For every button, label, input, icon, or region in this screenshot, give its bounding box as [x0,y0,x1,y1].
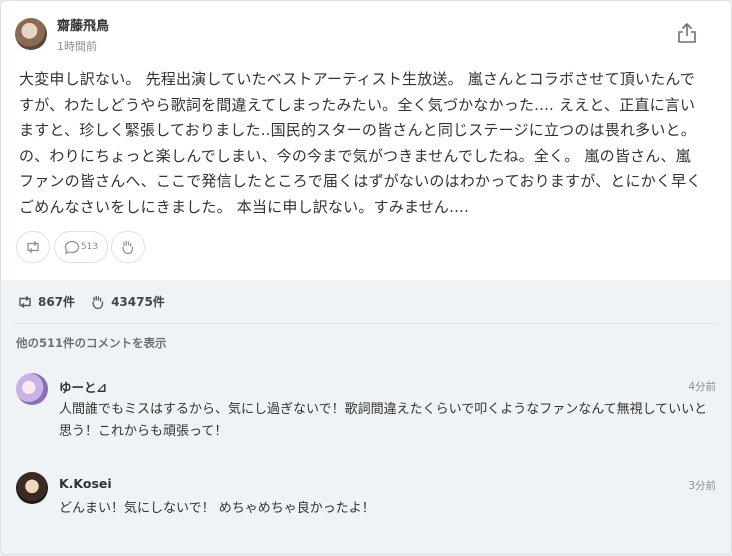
retweet-count[interactable]: 867件 [38,293,75,310]
reply-button[interactable]: 513 [54,231,108,263]
retweet-icon [27,240,39,254]
clap-icon [92,295,104,309]
author-avatar[interactable] [15,18,47,50]
commenter-name[interactable]: ゆーと⊿ [59,377,107,396]
comment-icon [64,240,80,255]
commenter-name[interactable]: K.Kosei [59,476,112,491]
comment-time: 3分前 [688,480,716,492]
comment-text: どんまい！気にしないで！ めちゃめちゃ良かったよ！ [59,501,375,516]
retweet-icon [19,295,31,308]
post-stats: 867件 43475件 [17,293,165,310]
post-time: 1時間前 [57,40,97,53]
author-name[interactable]: 齋藤飛鳥 [57,15,109,34]
post-body: 大変申し訳ない。 先程出演していたベストアーティスト生放送。 嵐さんとコラボさせ… [19,70,702,216]
share-icon[interactable] [676,21,698,45]
comments-section: 867件 43475件 他の511件のコメントを表示 ゆーと⊿ 4分前 人間誰で… [1,280,731,554]
comment-time: 4分前 [688,381,716,393]
reply-count: 513 [80,242,99,252]
commenter-avatar[interactable] [16,373,48,405]
comment-text: 人間誰でもミスはするから、気にし過ぎないで！歌詞間違えたくらいで叩くようなファン… [59,402,708,439]
clap-icon [122,240,134,255]
post-section: 齋藤飛鳥 1時間前 大変申し訳ない。 先程出演していたベストアーティスト生放送。… [1,1,731,280]
like-count[interactable]: 43475件 [111,293,165,310]
post-card: 齋藤飛鳥 1時間前 大変申し訳ない。 先程出演していたベストアーティスト生放送。… [0,0,732,555]
divider [15,323,717,324]
retweet-button[interactable] [16,231,50,263]
commenter-avatar[interactable] [16,472,48,504]
clap-button[interactable] [111,231,145,263]
show-more-comments-link[interactable]: 他の511件のコメントを表示 [16,335,167,351]
